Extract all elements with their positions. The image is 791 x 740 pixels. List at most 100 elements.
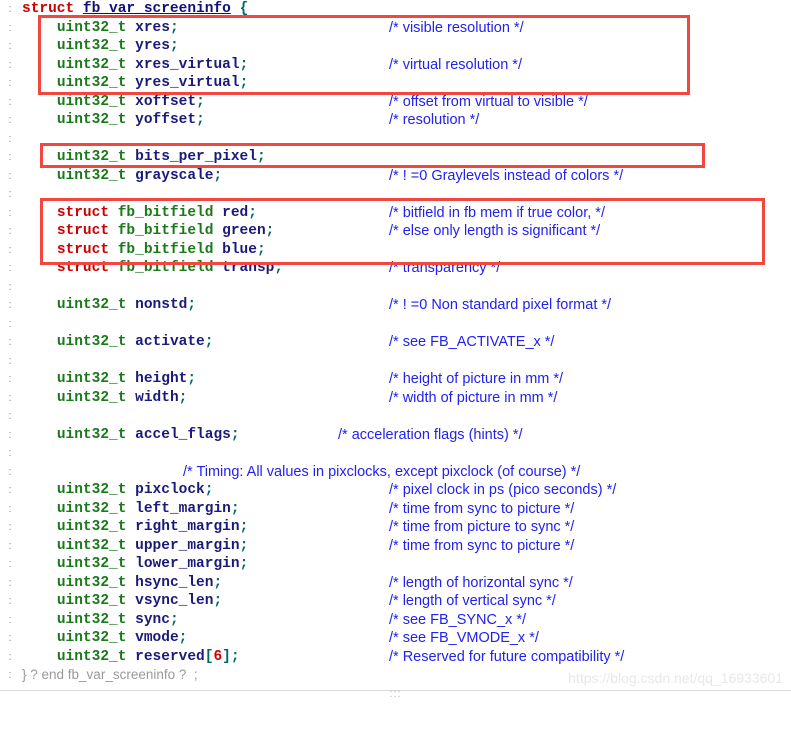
gutter-marker: : [8, 151, 12, 163]
semicolon: ; [239, 75, 249, 91]
semicolon: ; [213, 167, 223, 184]
gutter-marker: : [8, 206, 12, 219]
code-comment: /* length of vertical sync */ [389, 593, 556, 609]
field-declaration: struct fb_bitfield transp; [22, 259, 283, 278]
gutter-marker: : [8, 465, 12, 478]
field-declaration: struct fb_bitfield red; [22, 204, 257, 223]
gutter-marker: : [8, 447, 12, 459]
semicolon: ; [187, 297, 197, 313]
code-line: : uint32_t vsync_len; /* length of vertic… [0, 592, 791, 611]
field-name: pixclock [126, 482, 205, 498]
semicolon: ; [178, 389, 188, 406]
field-declaration: uint32_t vmode; [22, 629, 188, 648]
keyword-struct: struct [22, 1, 75, 17]
code-line: : [0, 352, 791, 371]
field-name: bits_per_pixel [126, 149, 257, 165]
code-comment: /* transparency */ [389, 260, 501, 276]
gutter-marker: : [8, 188, 12, 200]
code-comment: /* else only length is significant */ [389, 223, 601, 239]
code-line: : uint32_t yres; [0, 37, 791, 56]
code-line: : uint32_t right_margin; /* time from pic… [0, 518, 791, 537]
code-line-header: : struct fb_var_screeninfo { [0, 0, 791, 19]
semicolon: ; [256, 149, 266, 165]
code-line: : [0, 407, 791, 426]
field-name: lower_margin [126, 556, 240, 572]
gutter-marker: : [8, 576, 12, 589]
code-comment: /* time from sync to picture */ [389, 500, 575, 517]
gutter-marker: : [8, 336, 12, 348]
code-line: : uint32_t pixclock; /* pixel clock in ps… [0, 481, 791, 500]
field-name: activate [126, 334, 205, 350]
keyword-struct: struct [56, 223, 110, 239]
code-comment: /* width of picture in mm */ [389, 389, 558, 406]
semicolon: ; [239, 537, 249, 554]
code-line: : struct fb_bitfield blue; [0, 241, 791, 260]
field-declaration: uint32_t yoffset; [22, 111, 205, 130]
type-name: uint32_t [56, 500, 127, 517]
field-declaration: uint32_t sync; [22, 611, 179, 630]
field-declaration: struct fb_bitfield blue; [22, 241, 266, 260]
field-declaration: uint32_t reserved[6]; [22, 648, 240, 667]
type-name: fb_bitfield [109, 223, 214, 239]
gutter-marker: : [8, 317, 12, 330]
code-line: : uint32_t sync; /* see FB_SYNC_x */ [0, 611, 791, 630]
semicolon: ; [213, 574, 223, 591]
code-comment: /* visible resolution */ [389, 19, 524, 36]
type-name: fb_bitfield [109, 260, 214, 276]
code-line: : [0, 185, 791, 204]
field-declaration: uint32_t lower_margin; [22, 555, 248, 574]
field-declaration: uint32_t bits_per_pixel; [22, 148, 266, 167]
code-line: : struct fb_bitfield green; /* else only … [0, 222, 791, 241]
field-name: yres_virtual [126, 75, 240, 91]
gutter-marker: : [8, 391, 12, 404]
code-line: : [0, 278, 791, 297]
code-line: : uint32_t yres_virtual; [0, 74, 791, 93]
field-name: red [213, 204, 249, 221]
field-declaration: uint32_t nonstd; [22, 296, 196, 315]
code-comment: /* see FB_ACTIVATE_x */ [389, 334, 555, 350]
field-declaration: uint32_t hsync_len; [22, 574, 222, 593]
field-name: blue [213, 241, 257, 258]
field-declaration: uint32_t left_margin; [22, 500, 240, 519]
gutter-marker: : [8, 132, 12, 145]
code-line: : uint32_t hsync_len; /* length of horizo… [0, 574, 791, 593]
code-line: : uint32_t vmode; /* see FB_VMODE_x */ [0, 629, 791, 648]
semicolon: ; [169, 611, 179, 628]
array-size: 6 [213, 648, 223, 665]
gutter-marker: : [8, 280, 12, 293]
code-line: : uint32_t nonstd; /* ! =0 Non standard p… [0, 296, 791, 315]
field-declaration: struct fb_bitfield green; [22, 222, 275, 241]
semicolon: ; [178, 630, 188, 646]
gutter-marker: : [8, 77, 12, 89]
code-comment: /* virtual resolution */ [389, 56, 522, 73]
gutter-marker: : [8, 502, 12, 515]
semicolon: ; [204, 482, 214, 498]
type-name: uint32_t [56, 556, 127, 572]
code-line: : uint32_t xoffset; /* offset from virtua… [0, 93, 791, 112]
field-declaration: uint32_t accel_flags; [22, 426, 240, 445]
field-declaration: uint32_t xoffset; [22, 93, 205, 112]
code-comment: /* acceleration flags (hints) */ [338, 426, 523, 443]
code-comment: /* ! =0 Graylevels instead of colors */ [389, 167, 624, 184]
semicolon: ; [169, 19, 179, 36]
semicolon: ; [169, 38, 179, 54]
gutter-marker: : [8, 669, 12, 681]
type-name: uint32_t [56, 593, 127, 609]
type-name: uint32_t [56, 648, 127, 665]
gutter-marker: : [8, 613, 12, 626]
semicolon: ; [230, 426, 240, 443]
field-declaration: uint32_t xres; [22, 19, 179, 38]
code-line: : uint32_t xres_virtual; /* virtual resol… [0, 56, 791, 75]
code-line: : [0, 315, 791, 334]
field-name: nonstd [126, 297, 188, 313]
gutter-marker: : [8, 484, 12, 496]
watermark-text: https://blog.csdn.net/qq_16933601 [568, 670, 783, 686]
field-name: xres [126, 19, 170, 36]
field-name: yres [126, 38, 170, 54]
type-name: uint32_t [56, 519, 127, 535]
gutter-marker: : [8, 299, 12, 311]
field-declaration: uint32_t yres_virtual; [22, 74, 248, 93]
gutter-marker: : [8, 354, 12, 367]
field-name: height [126, 371, 188, 387]
field-name: hsync_len [126, 574, 214, 591]
